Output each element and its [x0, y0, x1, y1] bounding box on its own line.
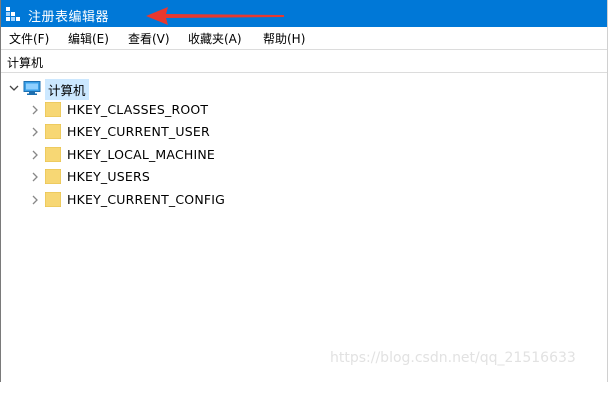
computer-icon: [23, 81, 41, 95]
address-bar[interactable]: 计算机: [1, 49, 607, 73]
folder-icon: [45, 124, 61, 139]
tree-root-label: 计算机: [45, 79, 89, 100]
menu-edit[interactable]: 编辑(E): [68, 30, 109, 47]
chevron-down-icon[interactable]: [9, 83, 19, 93]
watermark-text: https://blog.csdn.net/qq_21516633: [330, 350, 576, 366]
title-bar[interactable]: 注册表编辑器: [1, 0, 607, 27]
chevron-right-icon[interactable]: [30, 195, 40, 205]
tree-item-label: HKEY_CLASSES_ROOT: [67, 102, 209, 117]
chevron-right-icon[interactable]: [30, 127, 40, 137]
folder-icon: [45, 192, 61, 207]
tree-item-label: HKEY_USERS: [67, 169, 150, 184]
folder-icon: [45, 147, 61, 162]
regedit-window: 注册表编辑器 文件(F) 编辑(E) 查看(V) 收藏夹(A) 帮助(H) 计算…: [0, 0, 608, 382]
chevron-right-icon[interactable]: [30, 172, 40, 182]
tree-root-computer[interactable]: 计算机: [1, 78, 201, 100]
folder-icon: [45, 169, 61, 184]
tree-item-hku[interactable]: HKEY_USERS: [1, 167, 301, 187]
tree-item-hkcc[interactable]: HKEY_CURRENT_CONFIG: [1, 190, 301, 210]
menu-help[interactable]: 帮助(H): [263, 30, 305, 47]
tree-item-hkcu[interactable]: HKEY_CURRENT_USER: [1, 122, 301, 142]
menu-favorites[interactable]: 收藏夹(A): [188, 30, 242, 47]
chevron-right-icon[interactable]: [30, 105, 40, 115]
chevron-right-icon[interactable]: [30, 150, 40, 160]
regedit-icon: [6, 7, 20, 21]
menu-view[interactable]: 查看(V): [128, 30, 170, 47]
tree-item-label: HKEY_LOCAL_MACHINE: [67, 147, 216, 162]
tree-item-label: HKEY_CURRENT_CONFIG: [67, 192, 226, 207]
tree-item-hklm[interactable]: HKEY_LOCAL_MACHINE: [1, 145, 301, 165]
tree-item-hkcr[interactable]: HKEY_CLASSES_ROOT: [1, 100, 301, 120]
window-title: 注册表编辑器: [28, 10, 110, 25]
folder-icon: [45, 102, 61, 117]
address-path[interactable]: 计算机: [7, 54, 43, 71]
registry-tree: 计算机 HKEY_CLASSES_ROOT HKEY_CURRENT_USER: [1, 74, 607, 374]
menu-bar: 文件(F) 编辑(E) 查看(V) 收藏夹(A) 帮助(H): [1, 27, 607, 48]
menu-file[interactable]: 文件(F): [9, 30, 49, 47]
tree-item-label: HKEY_CURRENT_USER: [67, 124, 210, 139]
red-arrow-annotation: [146, 7, 284, 25]
